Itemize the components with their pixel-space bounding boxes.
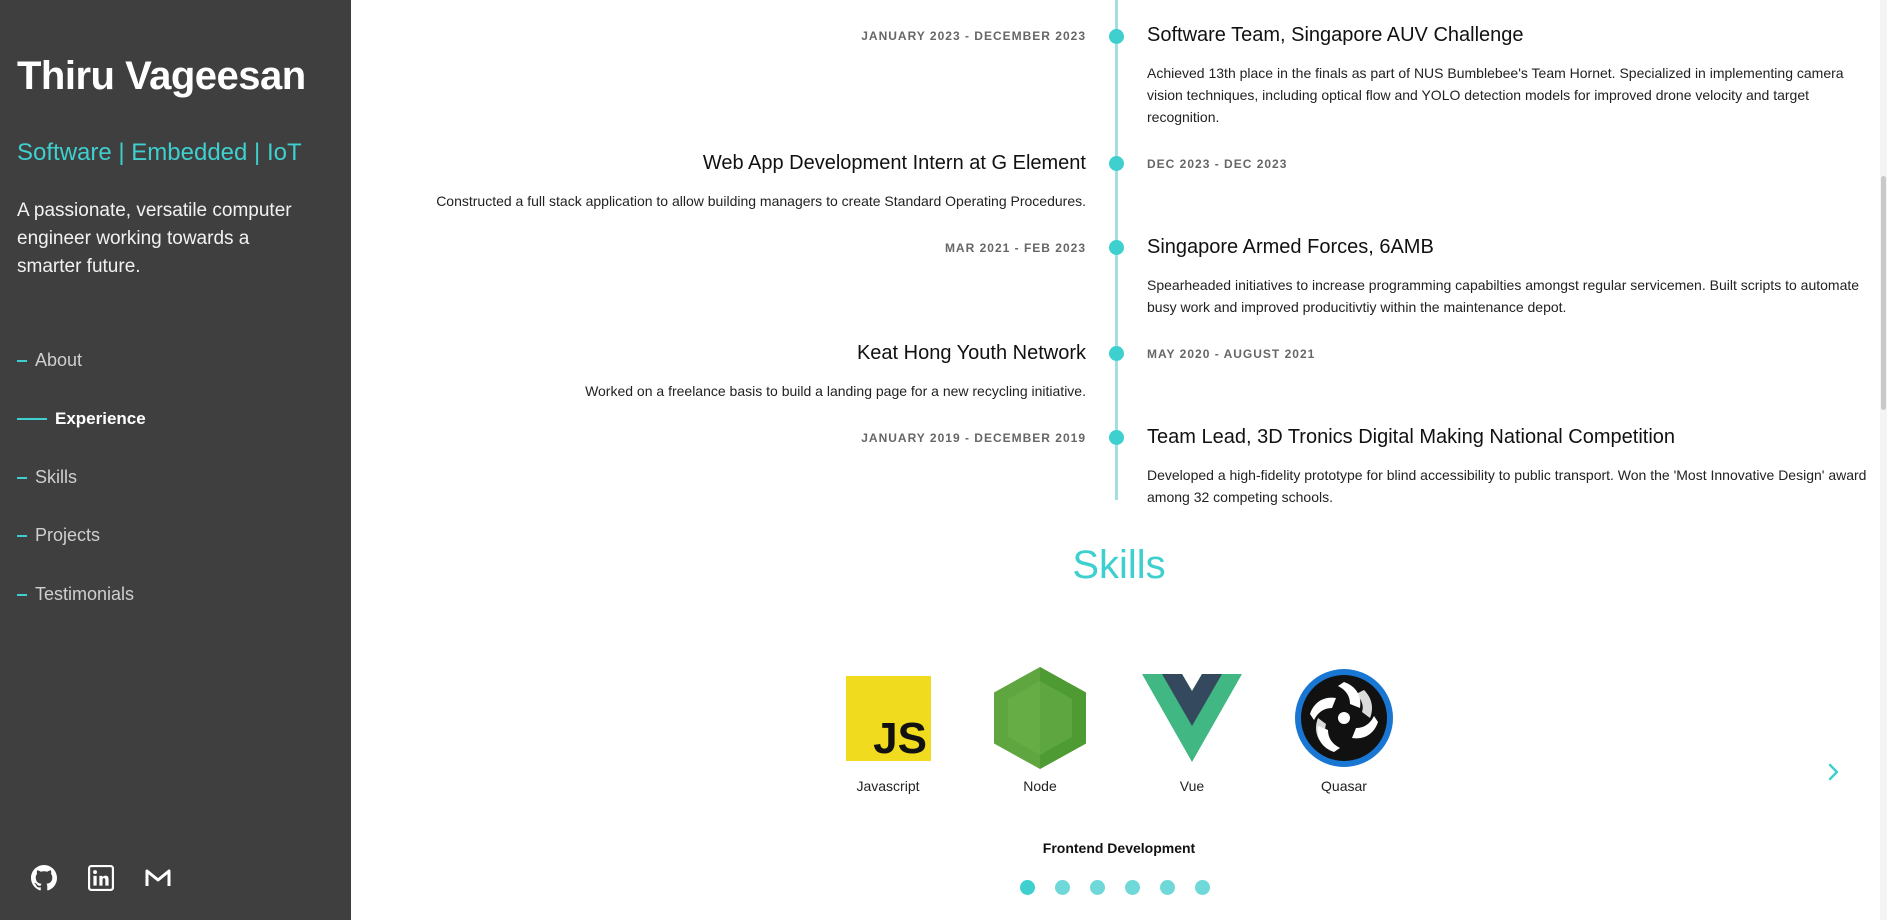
pagination-dot[interactable] (1020, 880, 1035, 895)
nav-indicator (17, 359, 27, 362)
pagination-dot[interactable] (1160, 880, 1175, 895)
pagination-dot[interactable] (1195, 880, 1210, 895)
skill-label: Node (1023, 778, 1057, 794)
gmail-icon[interactable] (144, 864, 172, 892)
nav-item-label: Skills (35, 467, 78, 487)
scrollbar-thumb[interactable] (1881, 176, 1886, 410)
skill-label: Javascript (856, 778, 920, 794)
experience-description: Spearheaded initiatives to increase prog… (1147, 277, 1860, 315)
javascript-icon: JS (838, 668, 938, 768)
skill-category-label: Frontend Development (1042, 840, 1196, 856)
skill-card-quasar[interactable]: Quasar (1284, 668, 1404, 794)
timeline-dot (1109, 430, 1124, 445)
skill-label: Vue (1179, 778, 1205, 794)
profile-tagline: Software | Embedded | IoT (17, 139, 302, 166)
social-links (30, 864, 172, 892)
experience-title: Keat Hong Youth Network (856, 342, 1086, 364)
timeline-dot (1109, 156, 1124, 171)
nav-indicator (17, 593, 27, 596)
chevron-right-icon[interactable] (1824, 760, 1844, 784)
sidebar: Thiru Vageesan Software | Embedded | IoT… (0, 0, 351, 920)
timeline-dot (1109, 240, 1124, 255)
experience-date: JANUARY 2019 - DECEMBER 2019 (861, 431, 1086, 445)
github-icon[interactable] (30, 864, 58, 892)
profile-bio: A passionate, versatile computer enginee… (17, 200, 292, 277)
nav-item-label: Experience (55, 409, 146, 428)
pagination-dot[interactable] (1125, 880, 1140, 895)
nav-item-about[interactable]: About (17, 350, 82, 371)
profile-name: Thiru Vageesan (17, 54, 306, 98)
timeline-dot (1109, 29, 1124, 44)
experience-date: DEC 2023 - DEC 2023 (1147, 157, 1288, 171)
skills-heading: Skills (1072, 543, 1166, 587)
experience-date: MAY 2020 - AUGUST 2021 (1147, 347, 1316, 361)
skill-label: Quasar (1321, 778, 1367, 794)
nav-indicator (17, 418, 47, 420)
skill-card-vue[interactable]: Vue (1132, 668, 1252, 794)
svg-text:JS: JS (873, 714, 927, 761)
nav-item-label: About (35, 350, 83, 370)
nodejs-icon (990, 667, 1090, 769)
scrollbar-track[interactable] (1880, 0, 1887, 920)
experience-description: Achieved 13th place in the finals as par… (1147, 65, 1844, 125)
nav-indicator (17, 476, 27, 479)
experience-description: Worked on a freelance basis to build a l… (585, 383, 1086, 399)
vue-icon (1142, 668, 1242, 768)
quasar-icon (1294, 668, 1394, 768)
nav-indicator (17, 534, 27, 537)
skill-card-node[interactable]: Node (980, 667, 1100, 794)
timeline-dot (1109, 346, 1124, 361)
pagination-dot[interactable] (1090, 880, 1105, 895)
carousel-pagination (1020, 880, 1210, 895)
nav-item-experience[interactable]: Experience (17, 409, 146, 429)
skill-card-javascript[interactable]: JS Javascript (828, 668, 948, 794)
experience-title: Team Lead, 3D Tronics Digital Making Nat… (1147, 426, 1676, 448)
experience-date: MAR 2021 - FEB 2023 (944, 241, 1086, 255)
experience-description: Developed a high-fidelity prototype for … (1147, 467, 1867, 505)
pagination-dot[interactable] (1055, 880, 1070, 895)
nav-item-skills[interactable]: Skills (17, 467, 77, 488)
experience-title: Web App Development Intern at G Element (702, 152, 1086, 174)
linkedin-icon[interactable] (87, 864, 115, 892)
experience-title: Software Team, Singapore AUV Challenge (1147, 24, 1524, 46)
experience-description: Constructed a full stack application to … (436, 193, 1086, 209)
experience-date: JANUARY 2023 - DECEMBER 2023 (861, 29, 1086, 43)
experience-title: Singapore Armed Forces, 6AMB (1147, 236, 1434, 258)
